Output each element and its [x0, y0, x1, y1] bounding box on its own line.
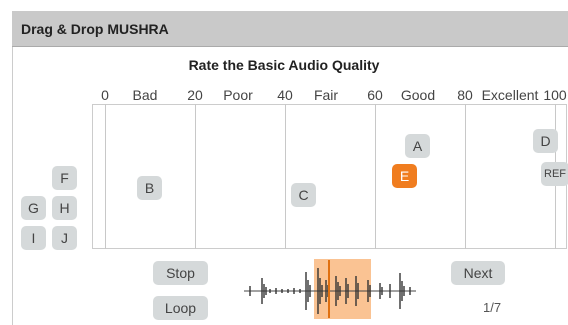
- scale-category-poor: Poor: [223, 87, 253, 103]
- scale-tick-100: 100: [543, 87, 567, 103]
- scale-category-bad: Bad: [132, 87, 158, 103]
- scale-category-good: Good: [400, 87, 436, 103]
- item-g-chip[interactable]: G: [21, 196, 46, 220]
- item-j-chip[interactable]: J: [52, 226, 77, 250]
- loop-button[interactable]: Loop: [153, 296, 208, 320]
- rating-area[interactable]: [92, 104, 567, 249]
- window-title: Drag & Drop MUSHRA: [21, 21, 169, 37]
- scale-category-excellent: Excellent: [481, 87, 539, 103]
- scale-tick-80: 80: [457, 87, 473, 103]
- gridline-20: [195, 104, 196, 249]
- item-a-chip[interactable]: A: [405, 134, 430, 158]
- scale-tick-60: 60: [367, 87, 383, 103]
- waveform-display[interactable]: [240, 258, 420, 320]
- gridline-40: [285, 104, 286, 249]
- item-d-chip[interactable]: D: [533, 129, 558, 153]
- scale-tick-40: 40: [277, 87, 293, 103]
- reference-chip[interactable]: REF: [541, 162, 568, 186]
- stop-button[interactable]: Stop: [153, 261, 208, 285]
- item-b-chip[interactable]: B: [137, 176, 162, 200]
- trial-counter: 1/7: [483, 300, 502, 315]
- item-i-chip[interactable]: I: [21, 226, 46, 250]
- scale-category-fair: Fair: [313, 87, 339, 103]
- question-title: Rate the Basic Audio Quality: [188, 57, 380, 73]
- item-c-chip[interactable]: C: [291, 183, 316, 207]
- gridline-80: [465, 104, 466, 249]
- gridline-60: [375, 104, 376, 249]
- item-h-chip[interactable]: H: [52, 196, 77, 220]
- next-button[interactable]: Next: [451, 261, 505, 285]
- scale-tick-20: 20: [187, 87, 203, 103]
- scale-tick-0: 0: [101, 87, 109, 103]
- window-header: Drag & Drop MUSHRA: [12, 11, 568, 47]
- item-e-chip[interactable]: E: [392, 164, 417, 188]
- gridline-0: [105, 104, 106, 249]
- item-f-chip[interactable]: F: [52, 166, 77, 190]
